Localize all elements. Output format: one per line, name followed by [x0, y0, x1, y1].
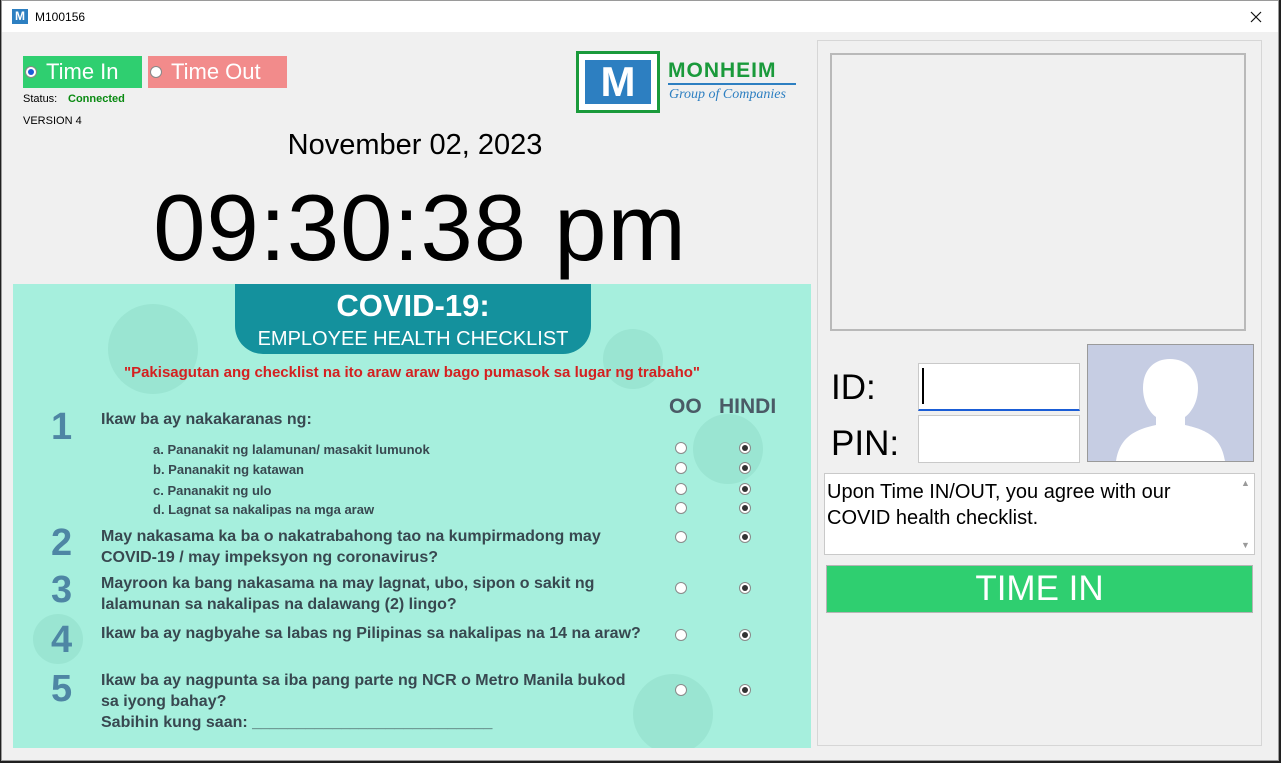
pin-input[interactable]	[918, 415, 1080, 463]
no-radio	[739, 483, 751, 495]
checklist-subitem: b. Pananakit ng katawan	[153, 462, 304, 477]
id-input[interactable]	[918, 363, 1080, 411]
company-logo: M MONHEIM Group of Companies	[576, 51, 801, 117]
no-radio	[739, 442, 751, 454]
window-title: M100156	[35, 10, 86, 24]
title-bar: M M100156	[2, 1, 1278, 32]
checklist-subitem: c. Pananakit ng ulo	[153, 483, 272, 498]
close-icon	[1250, 11, 1262, 22]
virus-decoration	[633, 674, 713, 748]
no-radio	[739, 629, 751, 641]
logo-tagline: Group of Companies	[669, 87, 786, 102]
question-number: 5	[51, 668, 73, 710]
camera-preview	[830, 53, 1246, 331]
user-silhouette-icon	[1116, 359, 1225, 461]
column-no: HINDI	[719, 395, 777, 418]
poster-banner: COVID-19: EMPLOYEE HEALTH CHECKLIST	[235, 284, 591, 354]
employee-photo	[1087, 344, 1254, 462]
no-radio	[739, 582, 751, 594]
app-icon: M	[12, 9, 28, 24]
radio-selected-icon	[25, 66, 37, 78]
poster-subtitle: EMPLOYEE HEALTH CHECKLIST	[257, 328, 569, 350]
scroll-up-icon: ▲	[1241, 478, 1250, 488]
time-out-radio-label: Time Out	[171, 59, 261, 84]
question-text: Ikaw ba ay nakakaranas ng:	[101, 411, 312, 428]
status-value: Connected	[68, 93, 125, 105]
question-number: 3	[51, 569, 73, 611]
current-time: 09:30:38 pm	[153, 175, 687, 280]
logo-letter: M	[585, 60, 651, 104]
question-text: May nakasama ka ba o nakatrabahong tao n…	[101, 528, 601, 566]
question-text: Mayroon ka bang nakasama na may lagnat, …	[101, 575, 595, 613]
no-radio	[739, 684, 751, 696]
no-radio	[739, 531, 751, 543]
time-out-radio[interactable]: Time Out	[148, 56, 287, 88]
yes-radio	[675, 684, 687, 696]
notice-text: Upon Time IN/OUT, you agree with our COV…	[827, 481, 1171, 529]
question-text: Ikaw ba ay nagpunta sa iba pang parte ng…	[101, 672, 626, 710]
question-number: 1	[51, 406, 73, 448]
column-yes: OO	[669, 395, 702, 418]
yes-radio	[675, 442, 687, 454]
poster-instruction: "Pakisagutan ang checklist na ito araw a…	[123, 364, 701, 381]
poster-title: COVID-19:	[336, 288, 490, 323]
version-label: VERSION 4	[23, 115, 82, 127]
yes-radio	[675, 582, 687, 594]
covid-checklist-poster: COVID-19: EMPLOYEE HEALTH CHECKLIST "Pak…	[13, 284, 811, 748]
yes-radio	[675, 502, 687, 514]
time-in-radio[interactable]: Time In	[23, 56, 142, 88]
yes-radio	[675, 531, 687, 543]
status-label: Status:	[23, 93, 58, 105]
question-number: 2	[51, 522, 73, 564]
scroll-down-icon: ▼	[1241, 540, 1250, 550]
current-date: November 02, 2023	[287, 129, 543, 161]
text-caret	[922, 368, 924, 404]
question-extra: Sabihin kung saan: _____________________…	[101, 714, 493, 731]
logo-mark: M	[576, 51, 660, 113]
checklist-subitem: a. Pananakit ng lalamunan/ masakit lumun…	[153, 442, 430, 457]
yes-radio	[675, 629, 687, 641]
pin-label: PIN:	[831, 424, 900, 463]
notice-textbox[interactable]: Upon Time IN/OUT, you agree with our COV…	[824, 473, 1255, 555]
question-number: 4	[51, 619, 73, 661]
radio-unselected-icon	[150, 66, 162, 78]
time-in-radio-label: Time In	[46, 59, 119, 84]
virus-decoration	[693, 414, 763, 484]
time-in-button[interactable]: TIME IN	[826, 565, 1253, 613]
yes-radio	[675, 462, 687, 474]
no-radio	[739, 502, 751, 514]
yes-radio	[675, 483, 687, 495]
logo-name: MONHEIM	[668, 59, 777, 82]
no-radio	[739, 462, 751, 474]
logo-divider	[668, 83, 796, 85]
question-text: Ikaw ba ay nagbyahe sa labas ng Pilipina…	[101, 625, 641, 642]
id-label: ID:	[831, 368, 876, 407]
notice-scrollbar[interactable]: ▲ ▼	[1237, 474, 1254, 554]
checklist-subitem: d. Lagnat sa nakalipas na mga araw	[153, 502, 375, 517]
close-button[interactable]	[1234, 1, 1278, 32]
